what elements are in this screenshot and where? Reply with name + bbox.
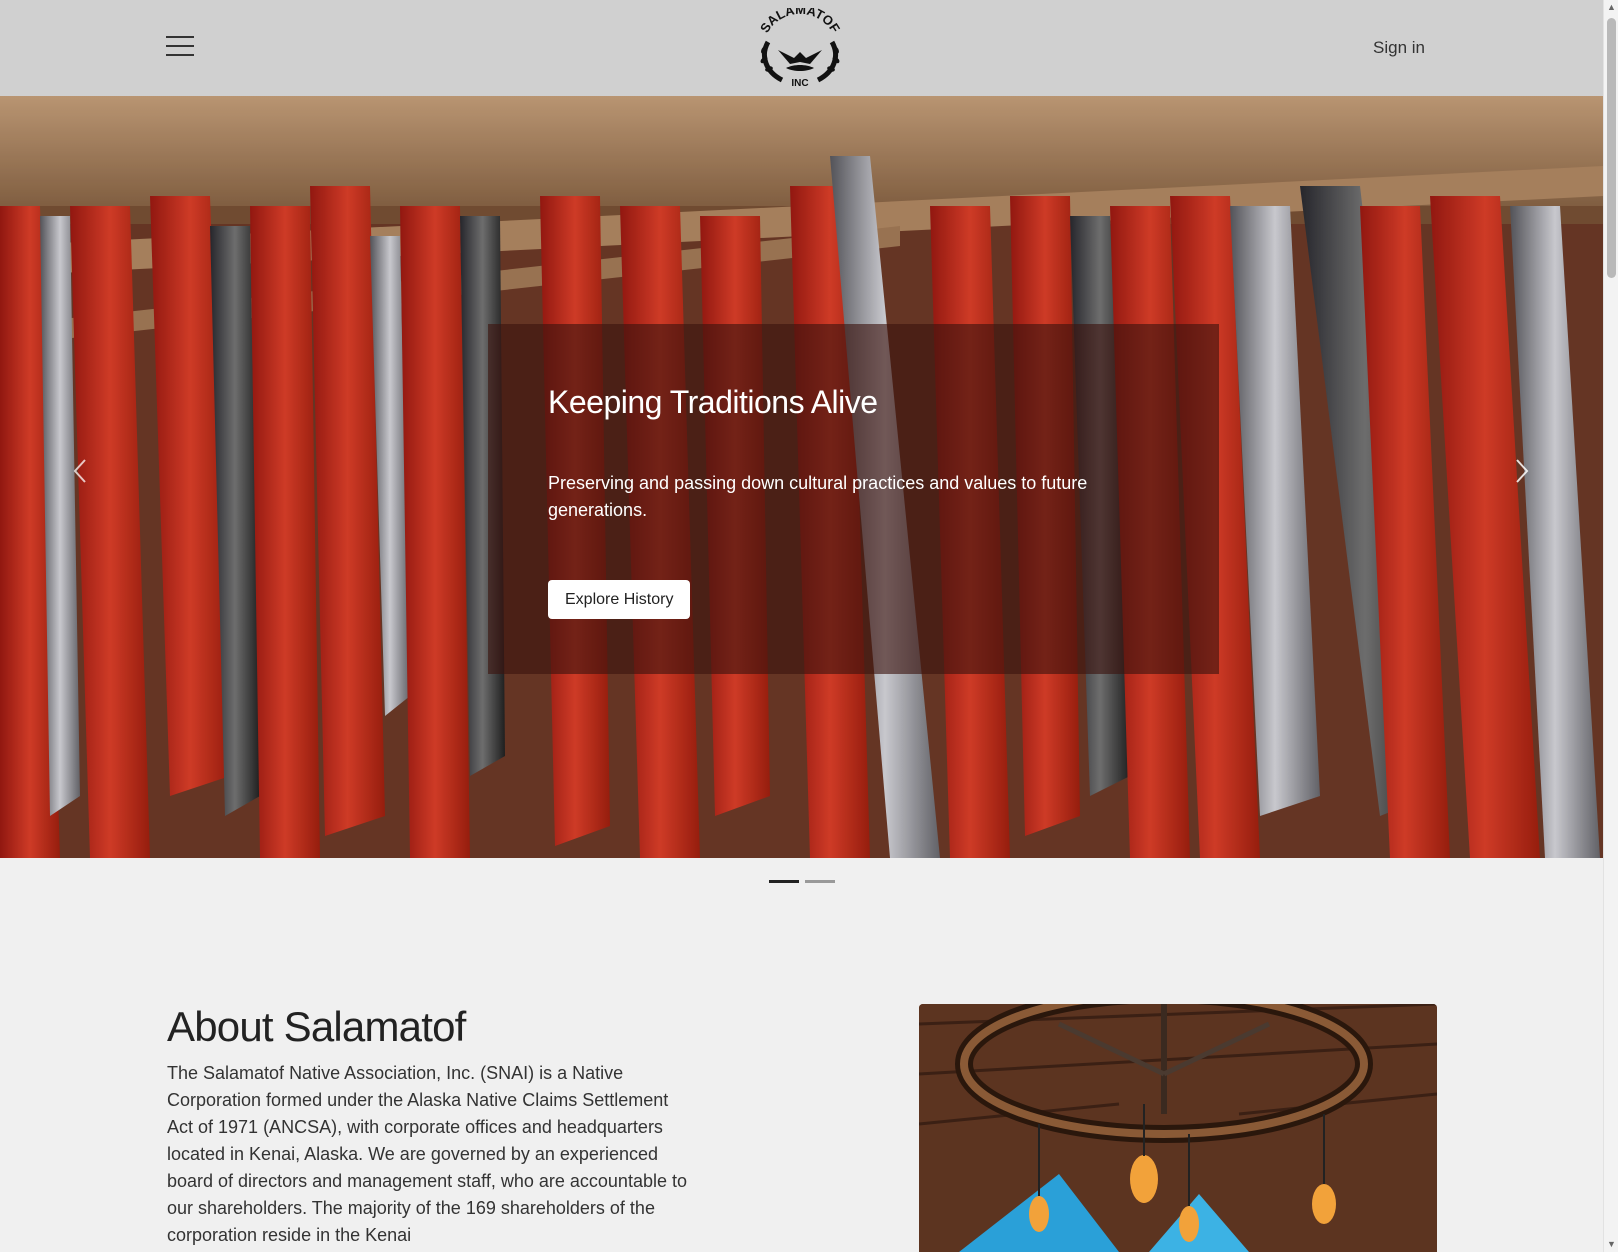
hero-carousel: Keeping Traditions Alive Preserving and … (0, 96, 1603, 858)
carousel-indicators (769, 880, 835, 883)
chevron-right-icon[interactable] (1510, 456, 1534, 486)
about-title: About Salamatof (167, 1003, 466, 1050)
salamatof-logo[interactable]: SALAMATOF INC (750, 8, 850, 90)
carousel-indicator-1[interactable] (769, 880, 799, 883)
scroll-up-arrow-icon[interactable]: ▲ (1606, 2, 1617, 13)
logo-text-bottom: INC (791, 78, 808, 89)
about-image (919, 1004, 1437, 1252)
page-scrollbar[interactable]: ▲ ▼ (1603, 0, 1618, 1252)
svg-text:SALAMATOF: SALAMATOF (757, 8, 843, 35)
hero-text: Preserving and passing down cultural pra… (548, 473, 1088, 520)
logo-text-top: SALAMATOF (757, 8, 843, 35)
hamburger-menu-icon[interactable] (166, 36, 194, 60)
scroll-down-arrow-icon[interactable]: ▼ (1606, 1239, 1617, 1250)
site-header: SALAMATOF INC Sign in (0, 0, 1603, 96)
hero-caption: Keeping Traditions Alive Preserving and … (488, 324, 1219, 674)
lodge-interior-image (919, 1004, 1437, 1252)
scroll-thumb[interactable] (1607, 18, 1616, 278)
chevron-left-icon[interactable] (68, 456, 92, 486)
explore-history-button[interactable]: Explore History (548, 580, 691, 619)
about-text: The Salamatof Native Association, Inc. (… (167, 1063, 687, 1245)
sign-in-link[interactable]: Sign in (1373, 38, 1425, 58)
carousel-indicator-2[interactable] (805, 880, 835, 883)
hero-title: Keeping Traditions Alive (548, 384, 878, 420)
